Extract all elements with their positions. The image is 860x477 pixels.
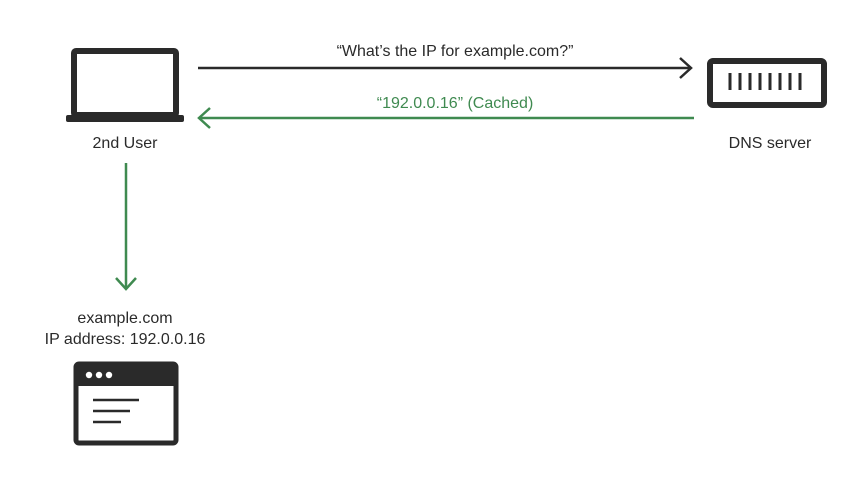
domain-label: example.com bbox=[77, 310, 173, 327]
browser-window-icon bbox=[73, 361, 179, 446]
ip-address-line: IP address: 192.0.0.16 bbox=[20, 330, 230, 350]
query-label: “What’s the IP for example.com?” bbox=[336, 43, 574, 60]
server-icon bbox=[707, 58, 827, 108]
user-label: 2nd User bbox=[92, 135, 158, 152]
ip-address-value: 192.0.0.16 bbox=[129, 331, 206, 348]
diagram-graphics bbox=[66, 48, 827, 446]
dns-cache-diagram: “What’s the IP for example.com?” “192.0.… bbox=[0, 0, 860, 477]
laptop-icon bbox=[66, 48, 184, 122]
response-label: “192.0.0.16” (Cached) bbox=[376, 95, 534, 112]
resolve-arrow bbox=[115, 163, 137, 291]
ip-address-label: IP address: bbox=[44, 331, 126, 348]
dns-server-label: DNS server bbox=[728, 135, 812, 152]
